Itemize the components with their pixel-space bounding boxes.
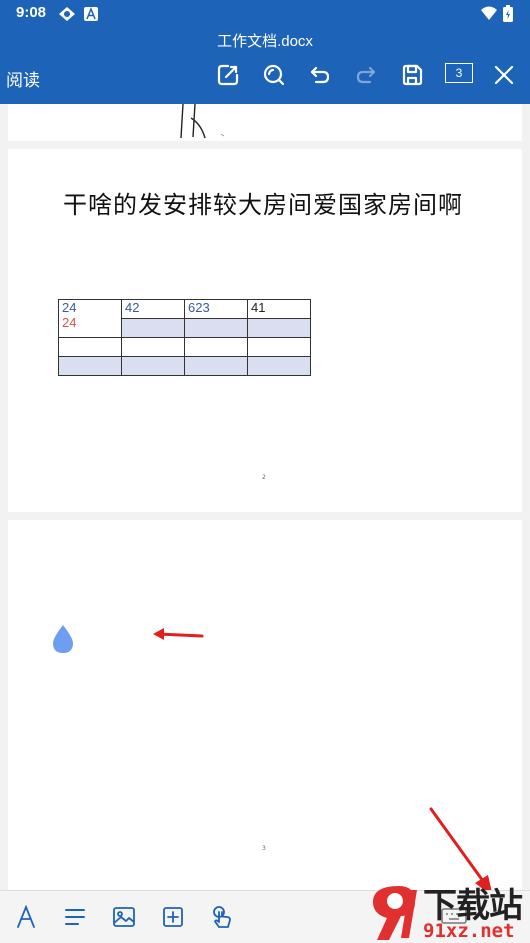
table-cell[interactable]: 24 24: [58, 299, 122, 338]
align-icon: [65, 909, 85, 925]
annotation-arrow: [153, 628, 204, 640]
table-cell[interactable]: 41: [247, 299, 311, 319]
table-cell[interactable]: 42: [121, 299, 185, 319]
document-page-1: [8, 104, 522, 141]
close-icon: [494, 65, 514, 85]
touch-icon: [213, 906, 231, 928]
font-notification-icon: [84, 6, 98, 25]
touch-button[interactable]: [208, 903, 236, 931]
battery-icon: [503, 5, 513, 26]
paragraph-button[interactable]: [61, 903, 89, 931]
watermark-logo: [373, 886, 417, 940]
insert-icon: [163, 907, 183, 927]
table-cell[interactable]: [121, 356, 185, 376]
page-number: 3: [262, 845, 266, 852]
table-cell-value: 24: [62, 315, 77, 330]
page-count-badge[interactable]: 3: [445, 63, 473, 83]
table-cell[interactable]: [184, 318, 248, 338]
font-button[interactable]: [12, 903, 40, 931]
app-notification-icon: [58, 6, 76, 26]
drop-icon[interactable]: [51, 624, 75, 654]
redo-button[interactable]: [352, 61, 380, 89]
table-cell[interactable]: 623: [184, 299, 248, 319]
table-cell[interactable]: [184, 356, 248, 376]
table-row: 24 24 42 623 41: [58, 299, 311, 338]
redo-icon: [356, 66, 376, 84]
table-row: [58, 337, 311, 357]
edit-icon: [217, 64, 239, 86]
insert-image-button[interactable]: [110, 903, 138, 931]
handwritten-strokes: [180, 104, 225, 139]
table-cell[interactable]: [121, 318, 185, 338]
table-cell-value: 24: [62, 300, 77, 315]
status-time: 9:08: [16, 4, 47, 21]
save-button[interactable]: [398, 61, 426, 89]
document-toolbar: 工作文档.docx 阅读 3: [0, 28, 530, 104]
status-bar: 9:08: [0, 0, 530, 28]
document-page-2: 干啥的发安排较大房间爱国家房间啊 24 24 42 623 41 2: [8, 149, 522, 512]
document-table[interactable]: 24 24 42 623 41: [58, 299, 311, 376]
table-row: [58, 356, 311, 376]
read-mode-button[interactable]: 阅读: [6, 66, 40, 91]
page-number: 2: [262, 474, 266, 481]
watermark-site: 91xz.net: [423, 920, 515, 942]
edit-button[interactable]: [214, 61, 242, 89]
table-cell[interactable]: [121, 337, 185, 357]
watermark: 下载站 91xz.net: [365, 880, 530, 942]
table-cell[interactable]: [247, 337, 311, 357]
table-cell[interactable]: [247, 318, 311, 338]
document-title: 工作文档.docx: [217, 33, 313, 50]
undo-button[interactable]: [306, 61, 334, 89]
image-icon: [113, 907, 135, 927]
table-cell[interactable]: [247, 356, 311, 376]
search-button[interactable]: [260, 61, 288, 89]
wifi-icon: [480, 6, 498, 25]
table-cell[interactable]: [58, 337, 122, 357]
close-button[interactable]: [490, 61, 518, 89]
save-icon: [402, 64, 423, 86]
search-icon: [263, 64, 285, 86]
undo-icon: [310, 66, 330, 84]
document-heading[interactable]: 干啥的发安排较大房间爱国家房间啊: [63, 187, 483, 223]
insert-button[interactable]: [159, 903, 187, 931]
table-cell[interactable]: [58, 356, 122, 376]
font-icon: [17, 905, 35, 928]
table-cell[interactable]: [184, 337, 248, 357]
